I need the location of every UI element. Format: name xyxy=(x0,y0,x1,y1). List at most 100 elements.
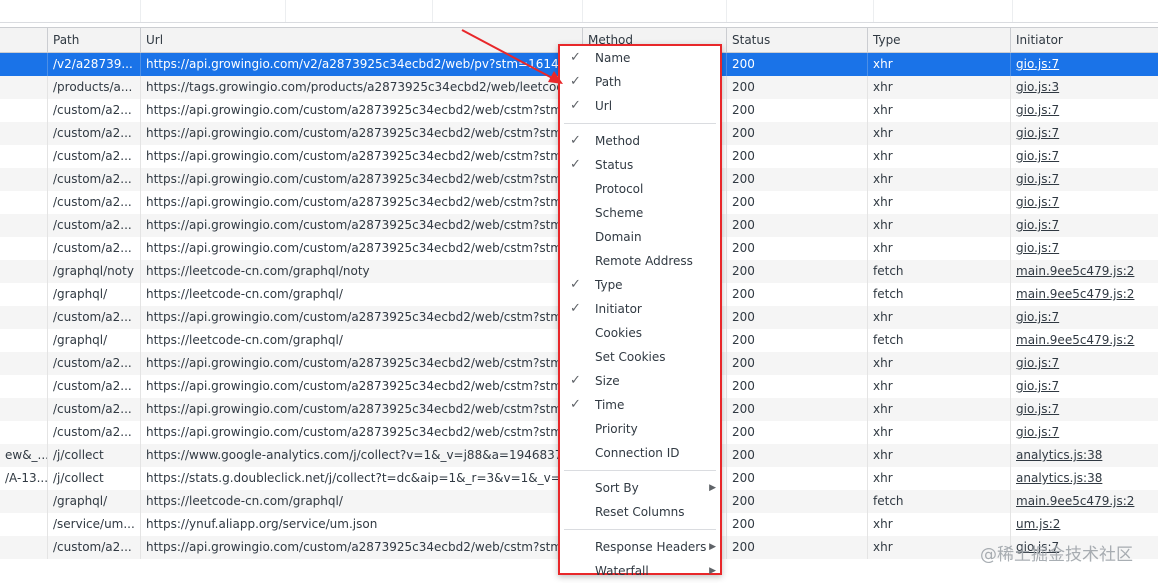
initiator-link[interactable]: main.9ee5c479.js:2 xyxy=(1016,494,1134,508)
menu-item-label: Status xyxy=(595,158,634,172)
toolbar-divider xyxy=(873,0,874,22)
initiator-link[interactable]: main.9ee5c479.js:2 xyxy=(1016,287,1134,301)
column-header-status[interactable]: Status xyxy=(726,28,867,52)
cell-status: 200 xyxy=(726,122,867,145)
menu-item-domain[interactable]: Domain xyxy=(560,225,720,249)
toolbar-divider xyxy=(140,0,141,22)
menu-item-status[interactable]: ✓ Status xyxy=(560,153,720,177)
cell-initiator: gio.js:7 xyxy=(1010,306,1158,329)
menu-item-sort-by[interactable]: Sort By ▶ xyxy=(560,476,720,500)
checkmark-icon: ✓ xyxy=(570,98,581,113)
cell-path: /custom/a2... xyxy=(47,99,140,122)
menu-item-path[interactable]: ✓ Path xyxy=(560,70,720,94)
menu-separator xyxy=(564,529,716,530)
toolbar-divider xyxy=(285,0,286,22)
menu-item-response-headers[interactable]: Response Headers ▶ xyxy=(560,535,720,559)
menu-separator xyxy=(564,470,716,471)
cell-url: https://ynuf.aliapp.org/service/um.json xyxy=(140,513,582,536)
cell-initiator: gio.js:7 xyxy=(1010,191,1158,214)
cell-url: https://www.google-analytics.com/j/colle… xyxy=(140,444,582,467)
column-header-url[interactable]: Url xyxy=(140,28,582,52)
cell-url: https://api.growingio.com/custom/a287392… xyxy=(140,168,582,191)
initiator-link[interactable]: gio.js:7 xyxy=(1016,103,1059,117)
initiator-link[interactable]: gio.js:3 xyxy=(1016,80,1059,94)
cell-status: 200 xyxy=(726,145,867,168)
menu-item-url[interactable]: ✓ Url xyxy=(560,94,720,118)
cell-type: fetch xyxy=(867,283,1010,306)
menu-item-remote-address[interactable]: Remote Address xyxy=(560,249,720,273)
column-header-initiator[interactable]: Initiator xyxy=(1010,28,1158,52)
initiator-link[interactable]: gio.js:7 xyxy=(1016,126,1059,140)
initiator-link[interactable]: main.9ee5c479.js:2 xyxy=(1016,333,1134,347)
menu-item-label: Time xyxy=(595,398,625,412)
cell-initiator: gio.js:7 xyxy=(1010,375,1158,398)
initiator-link[interactable]: gio.js:7 xyxy=(1016,402,1059,416)
initiator-link[interactable]: gio.js:7 xyxy=(1016,195,1059,209)
cell-type: xhr xyxy=(867,76,1010,99)
initiator-link[interactable]: main.9ee5c479.js:2 xyxy=(1016,264,1134,278)
cell-initiator: main.9ee5c479.js:2 xyxy=(1010,329,1158,352)
initiator-link[interactable]: gio.js:7 xyxy=(1016,379,1059,393)
cell-type: xhr xyxy=(867,352,1010,375)
menu-item-time[interactable]: ✓ Time xyxy=(560,393,720,417)
menu-item-type[interactable]: ✓ Type xyxy=(560,273,720,297)
menu-item-label: Domain xyxy=(595,230,642,244)
cell-initiator: gio.js:7 xyxy=(1010,122,1158,145)
cell-url: https://api.growingio.com/custom/a287392… xyxy=(140,214,582,237)
initiator-link[interactable]: gio.js:7 xyxy=(1016,356,1059,370)
cell-path: /custom/a2... xyxy=(47,191,140,214)
menu-item-waterfall[interactable]: Waterfall ▶ xyxy=(560,559,720,583)
column-header-type[interactable]: Type xyxy=(867,28,1010,52)
initiator-link[interactable]: gio.js:7 xyxy=(1016,172,1059,186)
initiator-link[interactable]: analytics.js:38 xyxy=(1016,471,1102,485)
column-header-path[interactable]: Path xyxy=(47,28,140,52)
cell-initiator: gio.js:7 xyxy=(1010,237,1158,260)
cell-name xyxy=(0,398,47,421)
cell-type: xhr xyxy=(867,99,1010,122)
cell-type: fetch xyxy=(867,329,1010,352)
cell-url: https://api.growingio.com/custom/a287392… xyxy=(140,237,582,260)
initiator-link[interactable]: gio.js:7 xyxy=(1016,149,1059,163)
initiator-link[interactable]: gio.js:7 xyxy=(1016,57,1059,71)
menu-item-label: Priority xyxy=(595,422,638,436)
menu-item-label: Response Headers xyxy=(595,540,707,554)
cell-status: 200 xyxy=(726,76,867,99)
cell-name xyxy=(0,260,47,283)
cell-name xyxy=(0,145,47,168)
menu-item-priority[interactable]: Priority xyxy=(560,417,720,441)
checkmark-icon: ✓ xyxy=(570,50,581,65)
cell-status: 200 xyxy=(726,444,867,467)
initiator-link[interactable]: gio.js:7 xyxy=(1016,310,1059,324)
menu-item-reset-columns[interactable]: Reset Columns xyxy=(560,500,720,524)
cell-path: /products/a... xyxy=(47,76,140,99)
initiator-link[interactable]: analytics.js:38 xyxy=(1016,448,1102,462)
menu-item-initiator[interactable]: ✓ Initiator xyxy=(560,297,720,321)
menu-item-size[interactable]: ✓ Size xyxy=(560,369,720,393)
menu-item-method[interactable]: ✓ Method xyxy=(560,129,720,153)
initiator-link[interactable]: gio.js:7 xyxy=(1016,425,1059,439)
cell-initiator: main.9ee5c479.js:2 xyxy=(1010,283,1158,306)
toolbar-divider xyxy=(432,0,433,22)
initiator-link[interactable]: gio.js:7 xyxy=(1016,241,1059,255)
cell-name xyxy=(0,76,47,99)
menu-item-scheme[interactable]: Scheme xyxy=(560,201,720,225)
cell-name xyxy=(0,99,47,122)
cell-initiator: main.9ee5c479.js:2 xyxy=(1010,260,1158,283)
initiator-link[interactable]: gio.js:7 xyxy=(1016,218,1059,232)
cell-url: https://api.growingio.com/custom/a287392… xyxy=(140,398,582,421)
initiator-link[interactable]: um.js:2 xyxy=(1016,517,1060,531)
menu-item-protocol[interactable]: Protocol xyxy=(560,177,720,201)
cell-name: ew&_... xyxy=(0,444,47,467)
menu-item-set-cookies[interactable]: Set Cookies xyxy=(560,345,720,369)
cell-path: /custom/a2... xyxy=(47,168,140,191)
cell-name xyxy=(0,375,47,398)
menu-item-cookies[interactable]: Cookies xyxy=(560,321,720,345)
cell-url: https://api.growingio.com/custom/a287392… xyxy=(140,375,582,398)
cell-status: 200 xyxy=(726,306,867,329)
cell-initiator: gio.js:7 xyxy=(1010,214,1158,237)
menu-item-name[interactable]: ✓ Name xyxy=(560,46,720,70)
cell-status: 200 xyxy=(726,53,867,76)
watermark: @稀土掘金技术社区 xyxy=(980,545,1133,565)
menu-item-connection-id[interactable]: Connection ID xyxy=(560,441,720,465)
cell-initiator: gio.js:3 xyxy=(1010,76,1158,99)
